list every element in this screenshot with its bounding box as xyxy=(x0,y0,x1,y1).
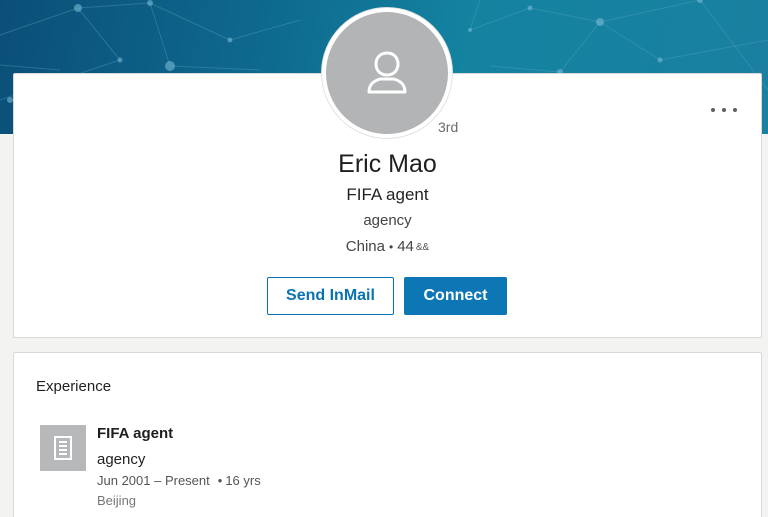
separator-dot: • xyxy=(388,240,394,254)
location-connections-row: China • 44 && xyxy=(13,238,762,255)
more-options-icon[interactable] xyxy=(711,100,737,120)
separator-dot: • xyxy=(217,473,223,488)
more-dot xyxy=(733,108,737,112)
company-building-icon[interactable] xyxy=(40,425,86,471)
profile-headline: FIFA agent xyxy=(346,185,429,204)
profile-location: China xyxy=(345,238,385,255)
building-icon xyxy=(54,436,72,460)
more-dot xyxy=(722,108,726,112)
connection-degree: 3rd xyxy=(438,119,459,135)
connect-button[interactable]: Connect xyxy=(404,277,507,315)
profile-company[interactable]: agency xyxy=(13,212,762,229)
profile-avatar[interactable] xyxy=(322,8,452,138)
connections-count[interactable]: 44 xyxy=(397,238,414,255)
send-inmail-button[interactable]: Send InMail xyxy=(267,277,394,315)
profile-name: Eric Mao xyxy=(338,150,437,178)
experience-company[interactable]: agency xyxy=(97,451,145,468)
more-dot xyxy=(711,108,715,112)
profile-page: 3rd Eric Mao FIFA agent agency China • 44 &… xyxy=(0,0,768,517)
experience-dates-row: Jun 2001 – Present • 16 yrs xyxy=(97,473,261,488)
person-placeholder-icon xyxy=(367,51,407,94)
experience-duration: 16 yrs xyxy=(225,473,261,488)
experience-location: Beijing xyxy=(97,493,137,508)
connections-icon: && xyxy=(415,242,430,253)
experience-section-title: Experience xyxy=(36,378,112,395)
experience-role: FIFA agent xyxy=(97,425,174,442)
experience-dates: Jun 2001 – Present xyxy=(97,473,210,488)
